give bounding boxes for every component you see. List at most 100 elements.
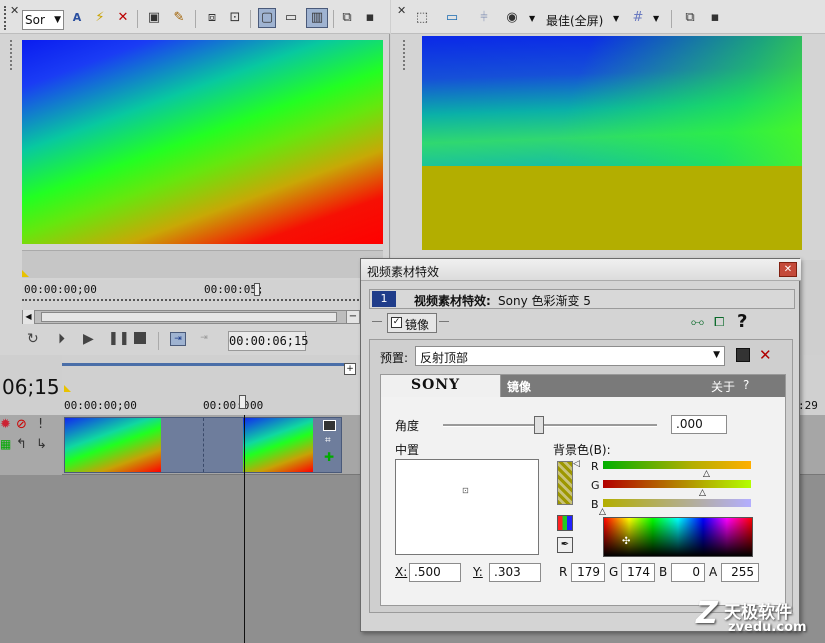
chevron-down-icon[interactable]: ▼	[529, 14, 535, 23]
grip-handle[interactable]	[403, 40, 405, 70]
external-monitor-icon[interactable]: ⬚	[413, 8, 431, 28]
chevron-down-icon[interactable]: ▼	[653, 14, 659, 23]
tab-checkbox[interactable]: ✓	[391, 317, 402, 328]
copy-snapshot-icon[interactable]: ⧉	[681, 8, 699, 28]
delete-icon[interactable]: ✕	[114, 8, 132, 28]
save-icon[interactable]: ▪	[361, 8, 379, 28]
mark-in-icon[interactable]: ⧈	[203, 8, 221, 28]
child-icon[interactable]: ↳	[36, 437, 47, 452]
center-pad[interactable]: ⊡	[395, 459, 539, 555]
color-swatch[interactable]	[557, 461, 573, 505]
about-link[interactable]: 关于	[711, 378, 735, 395]
blue-slider[interactable]	[603, 499, 751, 507]
y-label: Y:	[473, 565, 483, 579]
grip-handle[interactable]	[10, 40, 12, 70]
solo-icon[interactable]: !	[38, 417, 43, 432]
close-button[interactable]: ✕	[779, 262, 797, 277]
sony-header: SONY 镜像 关于 ?	[381, 375, 785, 397]
remove-plugin-icon[interactable]: ⧠	[714, 315, 724, 330]
adjust-size-icon[interactable]: ◉	[503, 8, 521, 28]
insert-icon[interactable]: ⇥	[170, 332, 186, 346]
loop-region-bar[interactable]	[62, 363, 352, 366]
scroll-thumb[interactable]	[41, 312, 337, 322]
quality-select[interactable]: 最佳(全屏)	[546, 12, 603, 29]
divider	[333, 10, 334, 28]
copy-icon[interactable]: ⧉	[338, 8, 356, 28]
help-button[interactable]: ?	[737, 311, 747, 332]
x-input[interactable]: .500	[409, 563, 461, 582]
palette-icon[interactable]	[557, 515, 573, 531]
r-label: R	[559, 565, 568, 579]
scroll-left-icon[interactable]: ◀	[23, 310, 35, 324]
a-input[interactable]: 255	[721, 563, 759, 582]
chevron-down-icon[interactable]: ▼	[613, 14, 619, 23]
play-icon[interactable]: ▶	[83, 331, 94, 347]
eyedropper-icon[interactable]: ✒	[557, 537, 573, 553]
timeline-cursor-handle[interactable]	[239, 395, 246, 409]
tab-mirror[interactable]: ✓ 镜像	[387, 313, 437, 333]
overwrite-icon[interactable]: ⇥	[196, 332, 212, 346]
loop-icon[interactable]: ↻	[27, 331, 39, 347]
tab-left-connector	[372, 321, 382, 322]
about-help[interactable]: ?	[743, 378, 749, 392]
green-slider[interactable]	[603, 480, 751, 488]
split-view-icon[interactable]: ▥	[306, 8, 328, 28]
preview-toolbar: ✕ ⬚ ▭ ⫩ ◉ ▼ 最佳(全屏) ▼ # ▼ ⧉ ▪	[391, 0, 825, 34]
preset-dropdown[interactable]: 反射顶部 ▼	[415, 346, 725, 366]
gear-icon[interactable]: ✹	[0, 417, 11, 432]
angle-slider-thumb[interactable]	[534, 416, 545, 434]
add-marker-icon[interactable]: +	[344, 363, 356, 375]
green-slider-thumb[interactable]: △	[699, 489, 706, 498]
event-fx-icon[interactable]	[323, 420, 336, 431]
mark-out-icon[interactable]: ⊡	[226, 8, 244, 28]
audio-icon[interactable]: A	[68, 8, 86, 28]
blue-slider-thumb[interactable]: △	[599, 508, 606, 517]
preview-monitor-icon[interactable]: ▭	[443, 8, 461, 28]
video-event[interactable]: ⌗ ✚	[64, 417, 342, 473]
dialog-title: 视频素材特效	[367, 265, 440, 279]
grid-icon[interactable]: #	[629, 8, 647, 28]
save-preset-icon[interactable]	[736, 348, 750, 362]
safe-area-icon[interactable]: ▢	[258, 8, 276, 28]
mute-icon[interactable]: ⊘	[16, 417, 27, 432]
g-input[interactable]: 174	[621, 563, 655, 582]
monitor-icon[interactable]: ▭	[282, 8, 300, 28]
save-snapshot-icon[interactable]: ▪	[706, 8, 724, 28]
b-input[interactable]: 0	[671, 563, 705, 582]
angle-input[interactable]: .000	[671, 415, 727, 434]
output-preview	[422, 36, 802, 250]
playhead-marker[interactable]	[254, 283, 260, 296]
pencil-icon[interactable]: ✎	[170, 8, 188, 28]
source-select-value: Sor	[25, 13, 45, 27]
source-select[interactable]: Sor ▼	[22, 10, 64, 30]
close-icon[interactable]: ✕	[10, 4, 19, 17]
red-slider[interactable]	[603, 461, 751, 469]
r-input[interactable]: 179	[571, 563, 605, 582]
current-time-field[interactable]: 00:00:06;15	[228, 331, 308, 351]
trimmer-pane: ✕ Sor ▼ A ⚡ ✕ ▣ ✎ ⧈ ⊡ ▢ ▭ ▥ ⧉ ▪ 00:00:00…	[0, 0, 390, 355]
zoom-out-icon[interactable]: −	[346, 310, 360, 324]
delete-preset-icon[interactable]: ✕	[759, 346, 772, 364]
compositing-icon[interactable]: ▦	[0, 437, 11, 451]
lightning-icon[interactable]: ⚡	[91, 8, 109, 28]
snapshot-icon[interactable]: ▣	[145, 8, 163, 28]
event-split-line	[203, 418, 204, 472]
center-label: 中置	[395, 443, 420, 457]
stop-icon[interactable]	[134, 332, 146, 344]
close-icon[interactable]: ✕	[397, 4, 406, 17]
angle-slider-track[interactable]	[443, 424, 657, 427]
split-screen-icon[interactable]: ⫩	[475, 8, 493, 28]
play-from-start-icon[interactable]: ⏵	[58, 331, 65, 347]
parent-icon[interactable]: ↰	[16, 437, 27, 452]
y-input[interactable]: .303	[489, 563, 541, 582]
dialog-titlebar[interactable]: 视频素材特效 ✕	[361, 259, 801, 281]
trim-scrollbar[interactable]: ◀ ▶	[22, 310, 365, 324]
red-slider-thumb[interactable]: △	[703, 470, 710, 479]
pause-icon[interactable]: ❚❚	[108, 331, 130, 346]
trimmer-toolbar: ✕ Sor ▼ A ⚡ ✕ ▣ ✎ ⧈ ⊡ ▢ ▭ ▥ ⧉ ▪	[0, 0, 390, 34]
plugin-chain-icon[interactable]: ⧟	[691, 315, 704, 330]
center-crosshair-icon[interactable]: ⊡	[462, 486, 469, 495]
crop-icon[interactable]: ⌗	[325, 435, 331, 446]
color-spectrum[interactable]: ✣	[603, 517, 753, 557]
fx-plugin-icon[interactable]: ✚	[324, 450, 334, 464]
